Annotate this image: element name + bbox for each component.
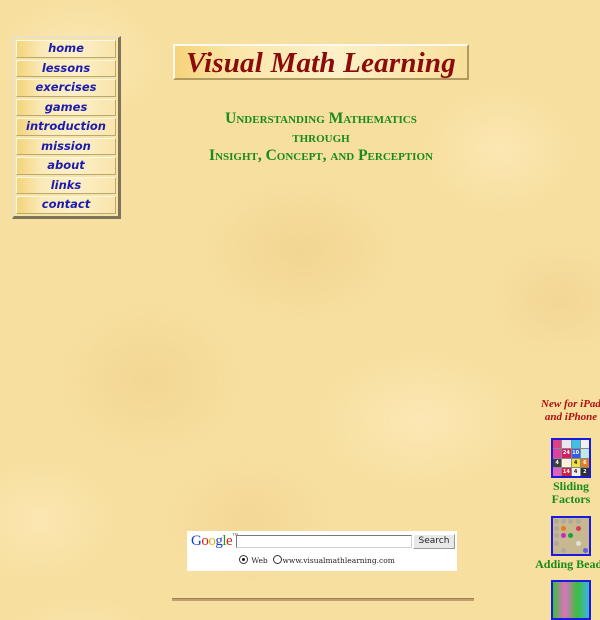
- bead: [554, 526, 560, 532]
- nav-item-exercises[interactable]: exercises: [16, 79, 116, 97]
- bead: [568, 533, 574, 539]
- bead-cell: [582, 532, 589, 539]
- sliding-factors-tile: [553, 449, 562, 458]
- bead-cell: [560, 547, 567, 554]
- sliding-factors-tile: [553, 440, 562, 449]
- sliding-factors-label-line-2[interactable]: Factors: [526, 493, 600, 506]
- new-for-ipad-note-line-1: New for iPad: [541, 398, 600, 410]
- sliding-factors-tile: [553, 467, 562, 476]
- tagline-line-1: Understanding Mathematics: [225, 110, 417, 127]
- bead-cell: [575, 525, 582, 532]
- bead-cell: [567, 547, 574, 554]
- sliding-factors-tile: 10: [571, 449, 580, 458]
- bead-cell: [575, 547, 582, 554]
- sliding-factors-tile: 6: [580, 458, 589, 467]
- nav-item-lessons[interactable]: lessons: [16, 59, 116, 77]
- tagline: Understanding Mathematics through Insigh…: [175, 110, 467, 166]
- radio-site[interactable]: [272, 555, 282, 564]
- bead: [561, 547, 567, 553]
- bead: [561, 526, 567, 532]
- nav-item-home[interactable]: home: [16, 40, 116, 58]
- bead: [561, 533, 567, 539]
- bead: [561, 519, 567, 525]
- third-app-icon[interactable]: [551, 580, 591, 620]
- google-search-form: Google™ Search Web www.visualmathlearnin…: [187, 531, 457, 571]
- bead-cell: [575, 518, 582, 525]
- sliding-factors-tile: 24: [562, 449, 571, 458]
- search-button[interactable]: Search: [413, 534, 455, 549]
- bead-cell: [553, 532, 560, 539]
- bead-cell: [582, 525, 589, 532]
- radio-web-label: Web: [251, 556, 268, 565]
- bead: [554, 519, 560, 525]
- bead-cell: [553, 525, 560, 532]
- bead: [554, 533, 560, 539]
- sliding-factors-app-icon[interactable]: 24 10 4 4 6 14 4 2: [551, 438, 591, 478]
- main-navigation: home lessons exercises games introductio…: [12, 36, 121, 219]
- bead-cell: [582, 540, 589, 547]
- sliding-factors-tile: 4: [553, 458, 562, 467]
- bead: [554, 540, 560, 546]
- bead: [575, 540, 581, 546]
- sliding-factors-tile: 4: [571, 467, 580, 476]
- nav-item-about[interactable]: about: [16, 157, 116, 175]
- bead-cell: [560, 525, 567, 532]
- site-title: Visual Math Learning: [186, 47, 456, 79]
- new-for-ipad-note-line-2: and iPhone: [544, 411, 598, 423]
- sliding-factors-tile: [562, 458, 571, 467]
- bead-cell: [553, 547, 560, 554]
- radio-web[interactable]: [239, 555, 248, 564]
- adding-beads-label[interactable]: Adding Beads: [526, 558, 600, 571]
- nav-item-links[interactable]: links: [16, 176, 116, 194]
- sliding-factors-tile: [580, 440, 589, 449]
- site-title-banner: Visual Math Learning: [173, 44, 469, 80]
- adding-beads-board: [553, 518, 589, 554]
- bead-cell: [567, 532, 574, 539]
- sliding-factors-tile-grid: 24 10 4 4 6 14 4 2: [553, 440, 589, 476]
- sliding-factors-tile: 2: [580, 467, 589, 476]
- bead-cell: [553, 518, 560, 525]
- nav-item-contact[interactable]: contact: [16, 196, 116, 214]
- bead: [582, 547, 588, 553]
- nav-item-games[interactable]: games: [16, 98, 116, 116]
- bead-cell: [575, 540, 582, 547]
- bead-cell: [567, 518, 574, 525]
- search-scope-options: Web www.visualmathlearning.com: [239, 555, 395, 565]
- app-promo-column: New for iPad and iPhone 24 10 4 4 6 14 4 2 Slid…: [526, 398, 600, 620]
- bead-cell: [582, 547, 589, 554]
- tagline-line-2: through: [292, 128, 350, 146]
- sliding-factors-tile: 4: [571, 458, 580, 467]
- sliding-factors-tile: [571, 440, 580, 449]
- bead-cell: [567, 540, 574, 547]
- sliding-factors-tile: [580, 449, 589, 458]
- google-logo: Google™: [191, 533, 238, 549]
- bead: [575, 519, 581, 525]
- bead-cell: [560, 518, 567, 525]
- sliding-factors-tile: [562, 440, 571, 449]
- bead-cell: [553, 540, 560, 547]
- bead-cell: [575, 532, 582, 539]
- bead-cell: [560, 540, 567, 547]
- tagline-line-3: Insight, Concept, and Perception: [209, 147, 433, 164]
- bead: [575, 526, 581, 532]
- nav-item-mission[interactable]: mission: [16, 137, 116, 155]
- adding-beads-app-icon[interactable]: [551, 516, 591, 556]
- bead-cell: [567, 525, 574, 532]
- bead: [568, 519, 574, 525]
- sliding-factors-tile: 14: [562, 467, 571, 476]
- bead-cell: [560, 532, 567, 539]
- bead-cell: [582, 518, 589, 525]
- radio-site-label: www.visualmathlearning.com: [282, 556, 395, 565]
- search-input[interactable]: [236, 535, 412, 548]
- nav-item-introduction[interactable]: introduction: [16, 118, 116, 136]
